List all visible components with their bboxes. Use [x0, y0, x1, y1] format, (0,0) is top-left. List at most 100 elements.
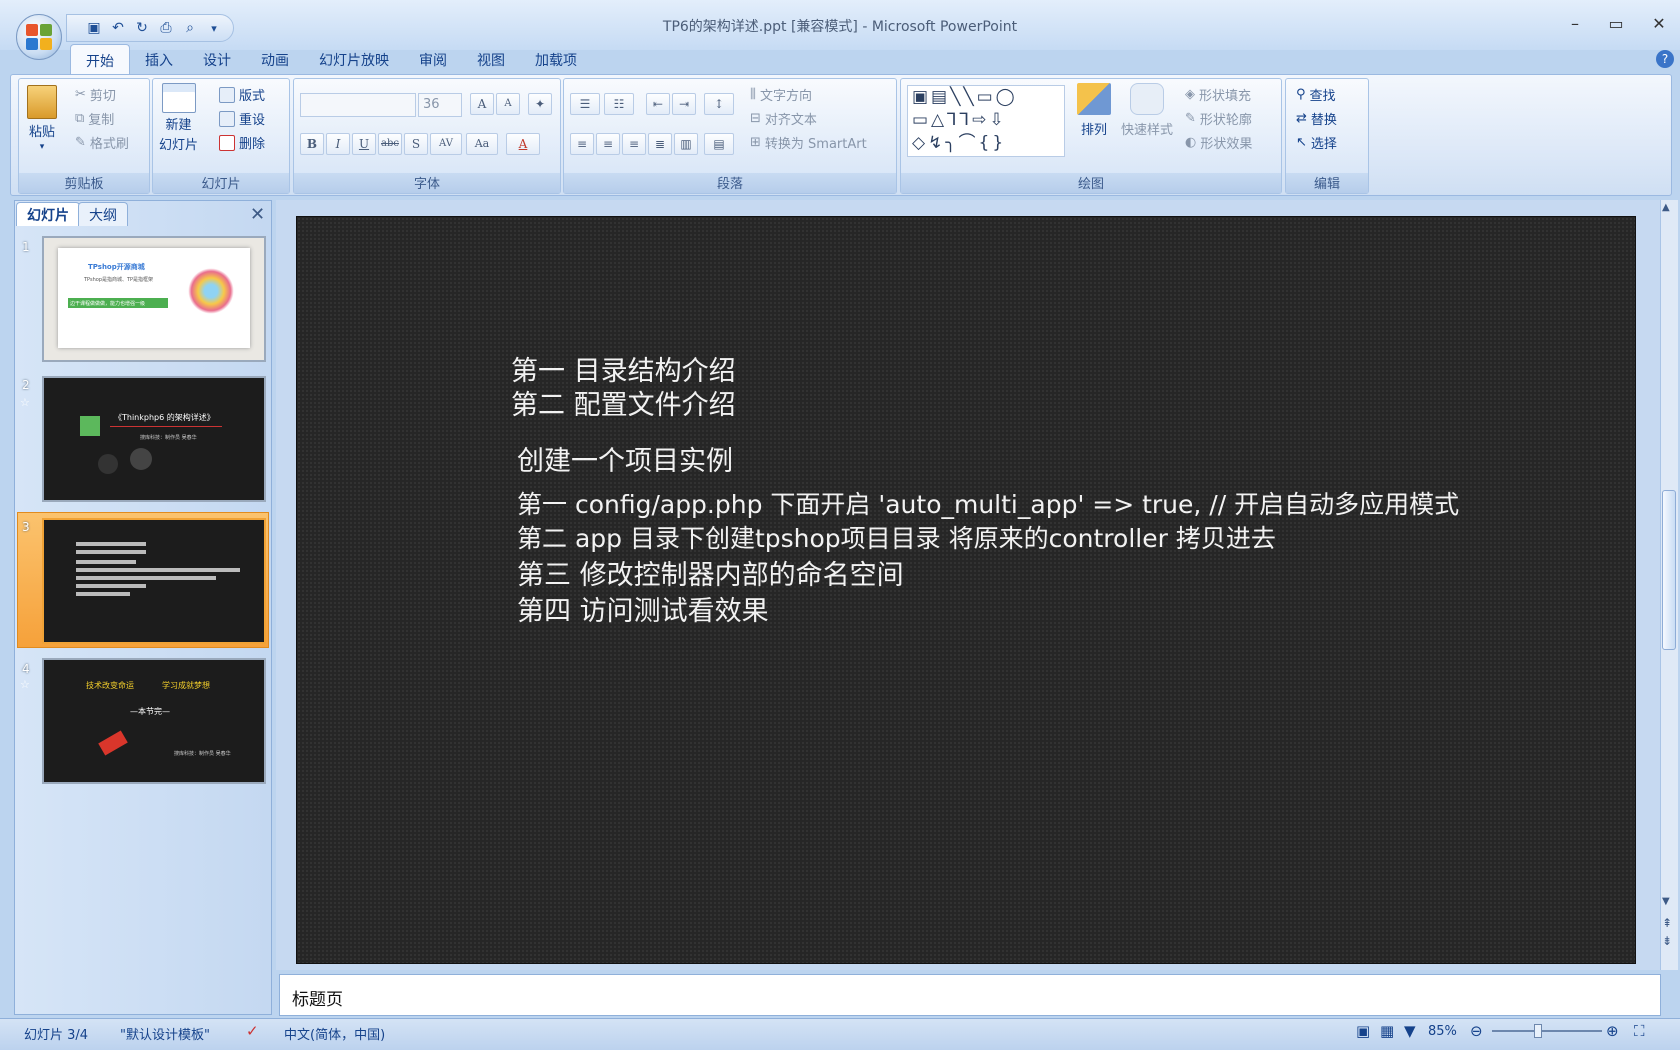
zoom-slider-thumb[interactable] [1534, 1024, 1542, 1038]
smartart-icon: ⊞ [750, 135, 761, 150]
notes-pane[interactable]: 标题页 [279, 974, 1661, 1016]
align-left-icon[interactable]: ≡ [570, 133, 594, 155]
print-preview-icon[interactable]: ⌕ [181, 19, 199, 37]
slide-text-line[interactable]: 第二 配置文件介绍 [511, 383, 736, 422]
font-size-box[interactable]: 36 [418, 93, 462, 117]
italic-icon[interactable]: I [326, 133, 350, 155]
slide-thumbnail-1[interactable]: TPshop开源商城 TPshop是指商城、TP是指框架 边干课程做做做，能力也… [42, 236, 266, 362]
zoom-level[interactable]: 85% [1428, 1024, 1457, 1039]
undo-icon[interactable]: ↶ [109, 19, 127, 37]
tab-slides-pane[interactable]: 幻灯片 [16, 202, 80, 226]
char-spacing-icon[interactable]: AV [430, 133, 462, 155]
help-icon[interactable]: ? [1656, 50, 1674, 68]
tab-review[interactable]: 审阅 [404, 44, 462, 74]
align-right-icon[interactable]: ≡ [622, 133, 646, 155]
select-button[interactable]: ↖ 选择 [1296, 133, 1337, 152]
fit-to-window-icon[interactable]: ⛶ [1634, 1022, 1645, 1040]
zoom-slider[interactable] [1492, 1030, 1602, 1032]
office-button[interactable] [16, 14, 62, 60]
numbering-icon[interactable]: ☷ [604, 93, 634, 115]
slide-thumbnail-2[interactable]: 《Thinkphp6 的架构详述》 搜库科技：制作员 吴春华 [42, 376, 266, 502]
slides-caption: 幻灯片 [153, 173, 289, 193]
shadow-icon[interactable]: S [404, 133, 428, 155]
slide-text-line[interactable]: 第一 config/app.php 下面开启 'auto_multi_app' … [517, 485, 1459, 521]
reset-button[interactable]: 重设 [219, 109, 265, 128]
tab-design[interactable]: 设计 [188, 44, 246, 74]
font-name-box[interactable] [300, 93, 416, 117]
shape-effects-button[interactable]: ◐ 形状效果 [1185, 133, 1252, 152]
align-text-button[interactable]: ⊟ 对齐文本 [750, 109, 817, 128]
cut-button[interactable]: ✂ 剪切 [75, 85, 116, 104]
format-painter-button[interactable]: ✎ 格式刷 [75, 133, 129, 152]
align-center-icon[interactable]: ≡ [596, 133, 620, 155]
next-slide-icon[interactable]: ⇟ [1662, 934, 1672, 948]
underline-icon[interactable]: U [352, 133, 376, 155]
copy-button[interactable]: ⧉ 复制 [75, 109, 114, 128]
tab-slideshow[interactable]: 幻灯片放映 [304, 44, 404, 74]
smartart-button[interactable]: ⊞ 转换为 SmartArt [750, 133, 867, 152]
shape-fill-button[interactable]: ◈ 形状填充 [1185, 85, 1251, 104]
change-case-icon[interactable]: Aa [466, 133, 498, 155]
tab-insert[interactable]: 插入 [130, 44, 188, 74]
zoom-in-icon[interactable]: ⊕ [1606, 1022, 1619, 1040]
layout-button[interactable]: 版式 [219, 85, 265, 104]
print-icon[interactable]: ⎙ [157, 19, 175, 37]
normal-view-icon[interactable]: ▣ [1356, 1022, 1370, 1040]
tab-view[interactable]: 视图 [462, 44, 520, 74]
font-caption: 字体 [294, 173, 560, 193]
tab-addins[interactable]: 加载项 [520, 44, 592, 74]
bullets-icon[interactable]: ☰ [570, 93, 600, 115]
quick-styles-button[interactable]: 快速样式 [1121, 83, 1173, 138]
arrange-button[interactable]: 排列 [1077, 83, 1111, 138]
notes-text[interactable]: 标题页 [292, 985, 343, 1010]
clear-format-icon[interactable]: ✦ [528, 93, 552, 115]
zoom-out-icon[interactable]: ⊖ [1470, 1022, 1483, 1040]
previous-slide-icon[interactable]: ⇞ [1662, 916, 1672, 930]
close-window-button[interactable]: ✕ [1644, 14, 1674, 36]
shrink-font-icon[interactable]: A [496, 93, 520, 115]
tab-animations[interactable]: 动画 [246, 44, 304, 74]
decrease-indent-icon[interactable]: ⇤ [646, 93, 670, 115]
sorter-view-icon[interactable]: ▦ [1380, 1022, 1394, 1040]
spellcheck-icon[interactable]: ✓ [246, 1022, 259, 1040]
increase-indent-icon[interactable]: ⇥ [672, 93, 696, 115]
current-slide[interactable]: 第一 目录结构介绍 第二 配置文件介绍 创建一个项目实例 第一 config/a… [296, 216, 1636, 964]
animation-star-icon: ☆ [20, 396, 30, 409]
minimize-button[interactable]: – [1560, 14, 1590, 36]
justify-icon[interactable]: ≣ [648, 133, 672, 155]
scrollbar-thumb[interactable] [1662, 490, 1676, 650]
scroll-down-icon[interactable]: ▼ [1662, 896, 1670, 907]
bold-icon[interactable]: B [300, 133, 324, 155]
grow-font-icon[interactable]: A [470, 93, 494, 115]
binoculars-icon: ⚲ [1296, 87, 1306, 102]
font-color-icon[interactable]: A [506, 133, 540, 155]
slide-text-line[interactable]: 创建一个项目实例 [517, 439, 733, 478]
slideshow-view-icon[interactable]: ▼ [1404, 1022, 1416, 1040]
slide-text-line[interactable]: 第四 访问测试看效果 [517, 589, 769, 628]
distribute-icon[interactable]: ▥ [674, 133, 698, 155]
close-pane-icon[interactable]: ✕ [250, 204, 265, 225]
text-direction-button[interactable]: ⫼ 文字方向 [750, 85, 812, 104]
strikethrough-icon[interactable]: abc [378, 133, 402, 155]
tab-outline-pane[interactable]: 大纲 [78, 202, 128, 226]
scroll-up-icon[interactable]: ▲ [1662, 202, 1670, 213]
slide-text-line[interactable]: 第三 修改控制器内部的命名空间 [517, 553, 904, 592]
paste-button[interactable]: 粘贴 ▾ [27, 85, 57, 152]
redo-icon[interactable]: ↻ [133, 19, 151, 37]
shape-outline-button[interactable]: ✎ 形状轮廓 [1185, 109, 1252, 128]
shapes-gallery[interactable]: ▣▤╲╲▭◯ ▭△⅂⅂⇨⇩ ◇↯╮⌒{} [907, 85, 1065, 157]
qat-customize-icon[interactable]: ▾ [205, 19, 223, 37]
slide-text-line[interactable]: 第二 app 目录下创建tpshop项目目录 将原来的controller 拷贝… [517, 519, 1276, 555]
save-icon[interactable]: ▣ [85, 19, 103, 37]
slide-thumbnail-4[interactable]: 技术改变命运 学习成就梦想 —本节完— 搜库科技：制作员 吴春华 [42, 658, 266, 784]
line-spacing-icon[interactable]: ↕ [704, 93, 734, 115]
maximize-button[interactable]: ▭ [1601, 14, 1631, 36]
delete-slide-button[interactable]: 删除 [219, 133, 265, 152]
slide-thumbnail-3[interactable] [42, 518, 266, 644]
new-slide-button[interactable]: 新建 幻灯片 [159, 83, 198, 153]
find-button[interactable]: ⚲ 查找 [1296, 85, 1336, 104]
tab-home[interactable]: 开始 [70, 44, 130, 74]
replace-button[interactable]: ⇄ 替换 [1296, 109, 1337, 128]
language-status[interactable]: 中文(简体，中国) [284, 1024, 385, 1043]
columns-icon[interactable]: ▤ [704, 133, 734, 155]
